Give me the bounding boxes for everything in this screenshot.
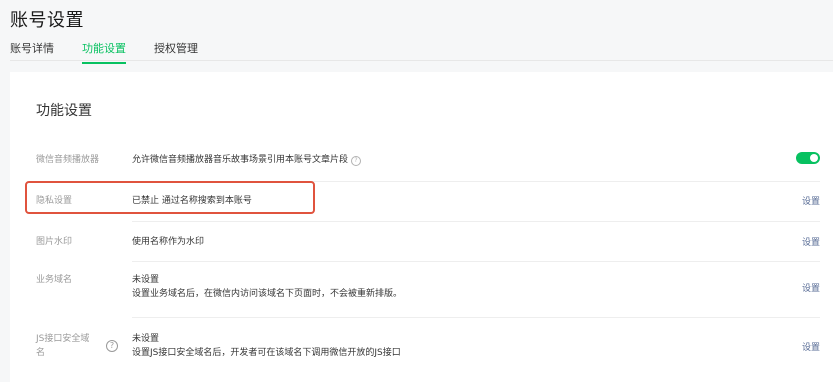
business-domain-status: 未设置: [132, 275, 160, 285]
settings-row-business-domain: 业务域名 未设置 设置业务域名后，在微信内访问该域名下页面时，不会被重新排版。 …: [24, 262, 820, 318]
js-domain-settings-link[interactable]: 设置: [802, 340, 820, 353]
row-label: 业务域名: [36, 275, 73, 285]
business-domain-description: 设置业务域名后，在微信内访问该域名下页面时，不会被重新排版。: [132, 289, 403, 299]
privacy-settings-link[interactable]: 设置: [802, 194, 820, 207]
row-value: 未设置 设置业务域名后，在微信内访问该域名下页面时，不会被重新排版。: [132, 273, 402, 301]
row-label: 微信音频播放器: [36, 155, 100, 165]
page-title: 账号设置: [10, 10, 84, 31]
watermark-settings-link[interactable]: 设置: [802, 235, 820, 248]
js-domain-description: 设置JS接口安全域名后，开发者可在该域名下调用微信开放的JS接口: [132, 348, 401, 358]
question-circle-icon[interactable]: ?: [351, 156, 362, 166]
music-player-toggle[interactable]: [796, 152, 820, 164]
js-domain-status: 未设置: [132, 334, 160, 344]
row-label: 图片水印: [36, 237, 73, 247]
row-value: 未设置 设置JS接口安全域名后，开发者可在该域名下调用微信开放的JS接口: [132, 332, 401, 360]
row-value: 允许微信音频播放器音乐故事场景引用本账号文章片段?: [132, 153, 362, 167]
js-domain-label-line2: 名: [36, 348, 46, 358]
settings-row-music-player: 微信音频播放器 允许微信音频播放器音乐故事场景引用本账号文章片段?: [24, 144, 820, 182]
row-value: 使用名称作为水印: [132, 237, 205, 247]
account-settings-page: 账号设置 账号详情 功能设置 授权管理 功能设置 微信音频播放器 允许微信音频播…: [0, 0, 833, 382]
settings-row-js-domain: JS接口安全域 名 ? 未设置 设置JS接口安全域名后，开发者可在该域名下调用微…: [24, 318, 820, 374]
question-circle-icon[interactable]: ?: [106, 340, 118, 352]
privacy-highlight-box: [25, 181, 315, 214]
section-title: 功能设置: [36, 103, 92, 119]
js-domain-label-line1: JS接口安全域: [36, 334, 90, 344]
settings-row-watermark: 图片水印 使用名称作为水印 设置: [24, 222, 820, 262]
toggle-knob: [810, 154, 818, 162]
business-domain-settings-link[interactable]: 设置: [802, 281, 820, 294]
music-player-description: 允许微信音频播放器音乐故事场景引用本账号文章片段: [132, 155, 349, 165]
row-label: JS接口安全域 名: [36, 332, 89, 360]
settings-card: 功能设置 微信音频播放器 允许微信音频播放器音乐故事场景引用本账号文章片段? 隐…: [10, 72, 833, 382]
tabs-divider: [10, 60, 833, 61]
